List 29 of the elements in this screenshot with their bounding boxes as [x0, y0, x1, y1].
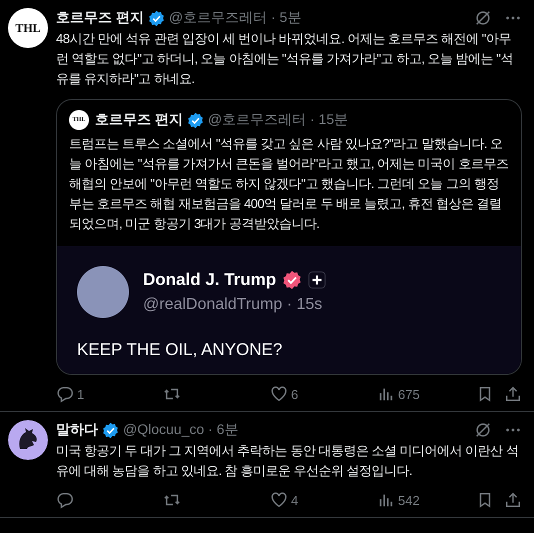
handle-and-time: @Qlocuu_co · 6분	[123, 421, 238, 439]
post-text: 48시간 만에 석유 관련 입장이 세 번이나 바뀌었네요. 어제는 호르무즈 해전에 "아무런 역할도 없다"고 하더니, 오늘 아침에는 "석유를 가져가라"고 하고, 오늘 밤에는 "석유를 유지하라"고 하네요.	[56, 30, 514, 88]
views-count: 675	[398, 386, 420, 402]
views-count: 542	[398, 492, 420, 508]
like-count: 6	[291, 386, 298, 402]
like-icon[interactable]	[270, 385, 288, 403]
reply-count: 1	[77, 386, 84, 402]
dragon-avatar-icon[interactable]	[8, 420, 48, 460]
plus-icon	[308, 271, 326, 289]
author-name[interactable]: 말하다	[56, 421, 98, 439]
author-name: 호르무즈 편지	[95, 111, 183, 129]
quoted-post[interactable]	[56, 99, 522, 375]
reply-icon[interactable]	[56, 385, 74, 403]
like-count: 4	[291, 492, 298, 508]
handle-and-time: @realDonaldTrump · 15s	[143, 296, 324, 314]
author-name: Donald J. Trump	[143, 270, 276, 290]
author-name[interactable]: 호르무즈 편지	[56, 9, 144, 27]
handle-and-time: @호르무즈레터 · 15분	[208, 111, 348, 129]
post-text: 미국 항공기 두 대가 그 지역에서 추락하는 동안 대통령은 소셜 미디어에서 이란산 석유에 대해 농담을 하고 있네요. 참 흥미로운 우선순위 설정입니다.	[56, 442, 520, 480]
like-icon[interactable]	[270, 491, 288, 509]
handle-and-time: @호르무즈레터 · 5분	[168, 9, 302, 27]
share-icon[interactable]	[504, 385, 522, 403]
post-text: KEEP THE OIL, ANYONE?	[77, 340, 284, 360]
share-icon[interactable]	[504, 491, 522, 509]
post-text: 트럼프는 트루스 소셜에서 "석유를 갖고 싶은 사람 있나요?"라고 말했습니다. 오늘 아침에는 "석유를 가져가서 큰돈을 벌어라"라고 했고, 어제는 미국이 호르무즈 해협의 안보에 "아무런 역할도 하지 않겠다"고 했습니다. 그런데 오늘 그의 행정부는 호르무즈 해협 재보험금을 400억 달러로 두 배로 늘렸고, 휴전 협상은 결렬되었으며, 미군 항공기 3대가 공격받았습니다.	[68, 135, 510, 233]
avatar[interactable]: THL	[8, 8, 48, 48]
reply-icon[interactable]	[56, 491, 74, 509]
profile-avatar-icon	[77, 266, 129, 318]
verified-badge-icon	[282, 270, 302, 290]
